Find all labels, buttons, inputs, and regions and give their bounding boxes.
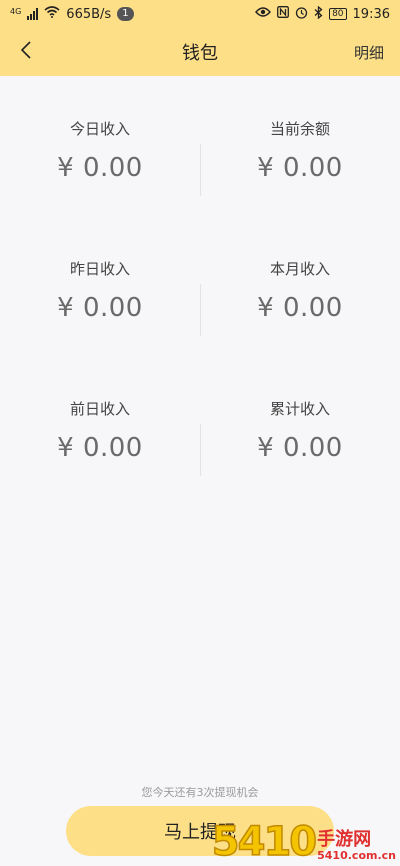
watermark-number: 5410 [211, 819, 318, 865]
status-right: 80 19:36 [255, 5, 390, 23]
stat-day-before-income: 前日收入 ¥ 0.00 [0, 356, 200, 496]
stats-row: 昨日收入 ¥ 0.00 本月收入 ¥ 0.00 [0, 216, 400, 356]
wallet-screen: 4G 665B/s 1 80 19:36 钱包 明细 今日收入 ¥ 0.00 当… [0, 0, 400, 866]
watermark-text: 手游网 5410.com.cn [317, 830, 396, 862]
stat-label: 本月收入 [269, 260, 330, 278]
stat-value: ¥ 0.00 [57, 433, 143, 463]
stat-yesterday-income: 昨日收入 ¥ 0.00 [0, 216, 200, 356]
stat-value: ¥ 0.00 [257, 433, 343, 463]
stat-label: 累计收入 [269, 400, 330, 418]
status-left: 4G 665B/s 1 [10, 6, 134, 22]
bluetooth-icon [314, 5, 323, 23]
stats-row: 前日收入 ¥ 0.00 累计收入 ¥ 0.00 [0, 356, 400, 496]
detail-link[interactable]: 明细 [354, 42, 384, 63]
stat-current-balance: 当前余额 ¥ 0.00 [200, 76, 400, 216]
alarm-icon [295, 6, 308, 23]
withdraw-chances-text: 您今天还有3次提现机会 [141, 786, 259, 799]
stat-value: ¥ 0.00 [257, 153, 343, 183]
stat-value: ¥ 0.00 [257, 293, 343, 323]
stat-label: 今日收入 [69, 120, 130, 138]
clock-time: 19:36 [352, 6, 390, 22]
divider [200, 144, 201, 196]
status-bar: 4G 665B/s 1 80 19:36 [0, 0, 400, 28]
notification-badge: 1 [117, 7, 134, 21]
nfc-icon [277, 6, 290, 22]
network-type: 4G [10, 6, 22, 16]
network-speed: 665B/s [66, 6, 112, 22]
stats-row: 今日收入 ¥ 0.00 当前余额 ¥ 0.00 [0, 76, 400, 216]
page-title: 钱包 [182, 43, 218, 64]
nav-bar: 钱包 明细 [0, 28, 400, 76]
divider [200, 284, 201, 336]
stat-value: ¥ 0.00 [57, 153, 143, 183]
back-button[interactable] [8, 34, 44, 70]
stats-grid: 今日收入 ¥ 0.00 当前余额 ¥ 0.00 昨日收入 ¥ 0.00 本月收入… [0, 76, 400, 496]
chevron-left-icon [20, 40, 32, 64]
watermark-logo: 5410 手游网 5410.com.cn [211, 819, 396, 865]
stat-label: 昨日收入 [69, 260, 130, 278]
stat-today-income: 今日收入 ¥ 0.00 [0, 76, 200, 216]
watermark-site-url: 5410.com.cn [317, 849, 396, 862]
battery-icon: 80 [329, 8, 347, 20]
stat-label: 前日收入 [69, 400, 130, 418]
signal-icon [27, 8, 39, 20]
wifi-icon [44, 6, 60, 22]
divider [200, 424, 201, 476]
stat-total-income: 累计收入 ¥ 0.00 [200, 356, 400, 496]
eye-icon [255, 6, 272, 22]
stat-month-income: 本月收入 ¥ 0.00 [200, 216, 400, 356]
watermark-site-cn: 手游网 [317, 829, 372, 850]
stat-value: ¥ 0.00 [57, 293, 143, 323]
stat-label: 当前余额 [269, 120, 330, 138]
